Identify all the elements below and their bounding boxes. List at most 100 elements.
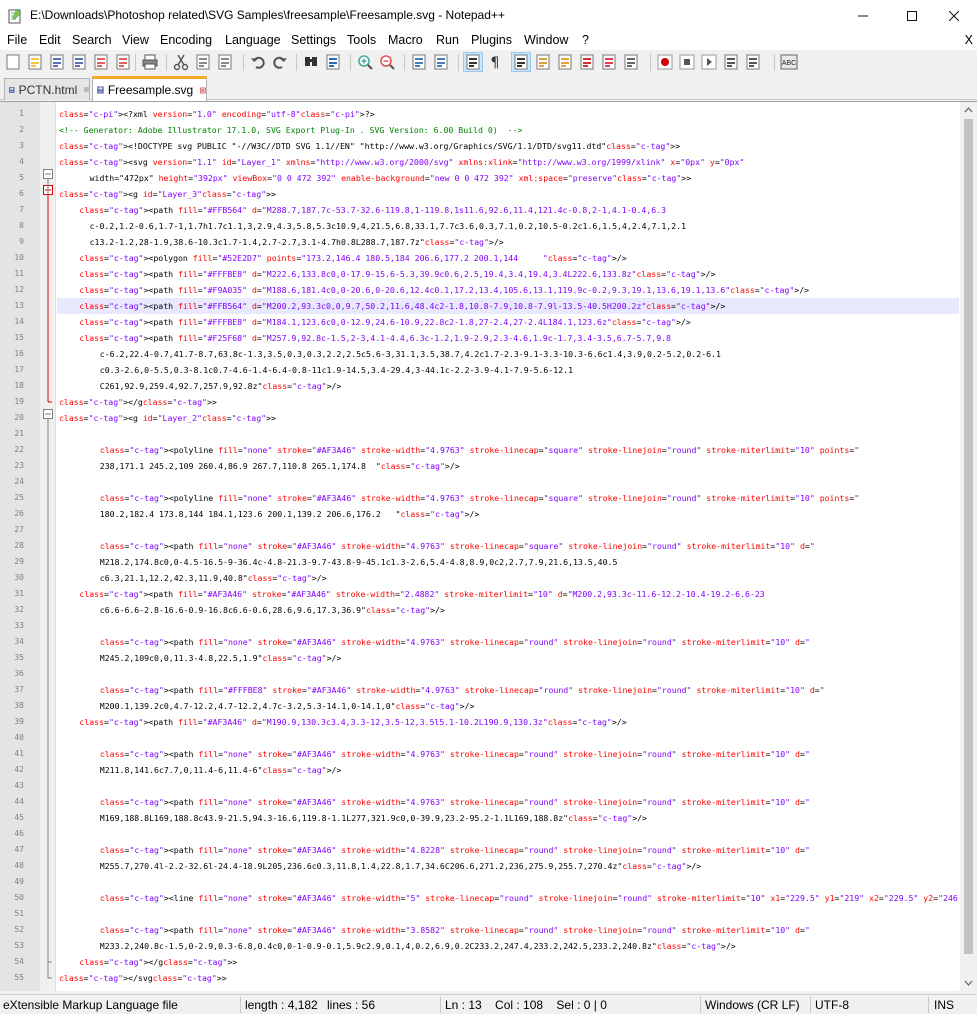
code-line[interactable]: class="c-tag"><path fill="#AF3A46" strok… [57, 586, 959, 602]
record-macro-icon[interactable] [656, 53, 674, 71]
function-list-icon[interactable] [578, 53, 596, 71]
menu-edit[interactable]: Edit [39, 33, 61, 47]
code-line[interactable]: M218.2,174.8c0,0-4.5-16.5-9-36.4c-4.8-21… [57, 554, 959, 570]
save-macro-icon[interactable] [744, 53, 762, 71]
vertical-scrollbar[interactable] [960, 102, 977, 991]
show-all-chars-icon[interactable]: ¶ [486, 53, 504, 71]
code-line[interactable]: class="c-tag"><!DOCTYPE svg PUBLIC "-//W… [57, 138, 959, 154]
cut-icon[interactable] [172, 53, 190, 71]
code-line[interactable]: class="c-tag"><path fill="#FFB564" d="M2… [57, 202, 959, 218]
scroll-down-icon[interactable] [960, 974, 977, 991]
code-line[interactable]: class="c-tag"><path fill="#F25F68" d="M2… [57, 330, 959, 346]
code-line[interactable]: class="c-tag"><path fill="none" stroke="… [57, 634, 959, 650]
code-line[interactable]: class="c-tag"><path fill="#AF3A46" d="M1… [57, 714, 959, 730]
replace-icon[interactable] [324, 53, 342, 71]
code-line[interactable]: class="c-tag"><path fill="none" stroke="… [57, 922, 959, 938]
menu-macro[interactable]: Macro [388, 33, 423, 47]
code-line[interactable]: class="c-tag"><g id="Layer_2"class="c-ta… [57, 410, 959, 426]
redo-icon[interactable] [271, 53, 289, 71]
code-line[interactable]: class="c-pi"><?xml version="1.0" encodin… [57, 106, 959, 122]
code-line[interactable] [57, 874, 959, 890]
code-line[interactable] [57, 666, 959, 682]
code-line[interactable]: class="c-tag"><g id="Layer_3"class="c-ta… [57, 186, 959, 202]
menu-help[interactable]: ? [582, 33, 589, 47]
code-line[interactable]: class="c-tag"><path fill="none" stroke="… [57, 794, 959, 810]
save-icon[interactable] [48, 53, 66, 71]
indent-guide-icon[interactable] [511, 52, 531, 72]
run-macro-multiple-icon[interactable] [722, 53, 740, 71]
undo-icon[interactable] [249, 53, 267, 71]
close-icon[interactable] [92, 53, 110, 71]
code-line[interactable] [57, 522, 959, 538]
code-line[interactable]: <!-- Generator: Adobe Illustrator 17.1.0… [57, 122, 959, 138]
sync-horizontal-icon[interactable] [432, 53, 450, 71]
monitoring-icon[interactable] [622, 53, 640, 71]
code-line[interactable]: class="c-tag"><path fill="#FFB564" d="M2… [57, 298, 959, 314]
zoom-out-icon[interactable] [378, 53, 396, 71]
maximize-button[interactable] [889, 0, 935, 32]
code-line[interactable]: c6.6-6.6-2.8-16.6-0.9-16.8c6.6-0.6,28.6,… [57, 602, 959, 618]
code-line[interactable]: class="c-tag"></svgclass="c-tag">> [57, 970, 959, 986]
code-line[interactable] [57, 826, 959, 842]
sync-vertical-icon[interactable] [410, 53, 428, 71]
menu-file[interactable]: File [7, 33, 27, 47]
copy-icon[interactable] [194, 53, 212, 71]
paste-icon[interactable] [216, 53, 234, 71]
code-line[interactable]: M200.1,139.2c0,4.7-12.2,4.7-12.2,4.7c-3.… [57, 698, 959, 714]
find-icon[interactable] [302, 53, 320, 71]
code-line[interactable] [57, 618, 959, 634]
code-line[interactable]: class="c-tag"><path fill="#FFFBE8" strok… [57, 682, 959, 698]
menu-view[interactable]: View [122, 33, 149, 47]
code-line[interactable]: 238,171.1 245.2,109 260.4,86.9 267.7,110… [57, 458, 959, 474]
code-line[interactable] [57, 426, 959, 442]
code-line[interactable] [57, 730, 959, 746]
menu-window[interactable]: Window [524, 33, 568, 47]
zoom-in-icon[interactable] [356, 53, 374, 71]
code-line[interactable]: M211.8,141.6c7.7,0,11.4-6,11.4-6"class="… [57, 762, 959, 778]
play-macro-icon[interactable] [700, 53, 718, 71]
code-line[interactable]: c0.3-2.6,0-5.5,0.3-8.1c0.7-4.6-1.4-6.4-0… [57, 362, 959, 378]
code-text-area[interactable]: class="c-pi"><?xml version="1.0" encodin… [57, 102, 959, 991]
folder-workspace-icon[interactable] [600, 53, 618, 71]
scrollbar-thumb[interactable] [964, 119, 973, 954]
scroll-up-icon[interactable] [960, 102, 977, 119]
code-line[interactable]: class="c-tag"><path fill="#F9A035" d="M1… [57, 282, 959, 298]
status-encoding[interactable]: UTF-8 [815, 998, 849, 1012]
code-line[interactable]: class="c-tag"><line fill="none" stroke="… [57, 890, 959, 906]
code-line[interactable] [57, 906, 959, 922]
menu-tools[interactable]: Tools [347, 33, 376, 47]
code-line[interactable] [57, 474, 959, 490]
code-line[interactable]: width="472px" height="392px" viewBox="0 … [57, 170, 959, 186]
code-line[interactable]: class="c-tag"><path fill="#FFFBE8" d="M1… [57, 314, 959, 330]
menu-run[interactable]: Run [436, 33, 459, 47]
fold-margin[interactable] [40, 102, 56, 991]
code-line[interactable]: c13.2-1.2,28-1.9,38.6-10.3c1.7-1.4,2.7-2… [57, 234, 959, 250]
stop-macro-icon[interactable] [678, 53, 696, 71]
menu-language[interactable]: Language [225, 33, 281, 47]
save-all-icon[interactable] [70, 53, 88, 71]
menu-search[interactable]: Search [72, 33, 112, 47]
code-line[interactable]: c6.3,21.1,12.2,42.3,11.9,40.8"class="c-t… [57, 570, 959, 586]
code-line[interactable]: class="c-tag"><polyline fill="none" stro… [57, 442, 959, 458]
code-line[interactable]: c-6.2,22.4-0.7,41.7-8.7,63.8c-1.3,3.5,0.… [57, 346, 959, 362]
code-line[interactable]: class="c-tag"><path fill="#FFFBE8" d="M2… [57, 266, 959, 282]
status-insert-mode[interactable]: INS [934, 998, 954, 1012]
code-line[interactable]: class="c-tag"><path fill="none" stroke="… [57, 746, 959, 762]
close-window-button[interactable] [931, 0, 977, 32]
code-line[interactable]: M255.7,270.4l-2.2-32.6l-24.4-18.9L205,23… [57, 858, 959, 874]
code-line[interactable]: class="c-tag"><path fill="none" stroke="… [57, 842, 959, 858]
code-line[interactable]: c-0.2,1.2-0.6,1.7-1,1.7h1.7c1.1,3,2.9,4.… [57, 218, 959, 234]
doc-map-icon[interactable] [556, 53, 574, 71]
tab-freesample-svg[interactable]: Freesample.svg [92, 76, 207, 101]
code-line[interactable]: C261,92.9,259.4,92.7,257.9,92.8z"class="… [57, 378, 959, 394]
code-line[interactable]: M233.2,240.8c-1.5,0-2.9,0.3-6.8,0.4c0,0-… [57, 938, 959, 954]
print-icon[interactable] [141, 53, 159, 71]
code-line[interactable]: M169,188.8L169,188.8c43.9-21.5,94.3-16.6… [57, 810, 959, 826]
code-line[interactable]: class="c-tag"></gclass="c-tag">> [57, 954, 959, 970]
editor-pane[interactable]: 1 2 3 4 5 6 7 8 9 10 11 12 13 14 15 16 17 18 19 20 21 22 23 24 2… [0, 101, 977, 991]
spell-check-icon[interactable]: ABC [780, 53, 798, 71]
tab-close-icon[interactable] [84, 84, 89, 95]
code-line[interactable]: 180.2,182.4 173.8,144 184.1,123.6 200.1,… [57, 506, 959, 522]
code-line[interactable]: class="c-tag"><polygon fill="#52E2D7" po… [57, 250, 959, 266]
code-line[interactable]: class="c-tag"><path fill="none" stroke="… [57, 538, 959, 554]
